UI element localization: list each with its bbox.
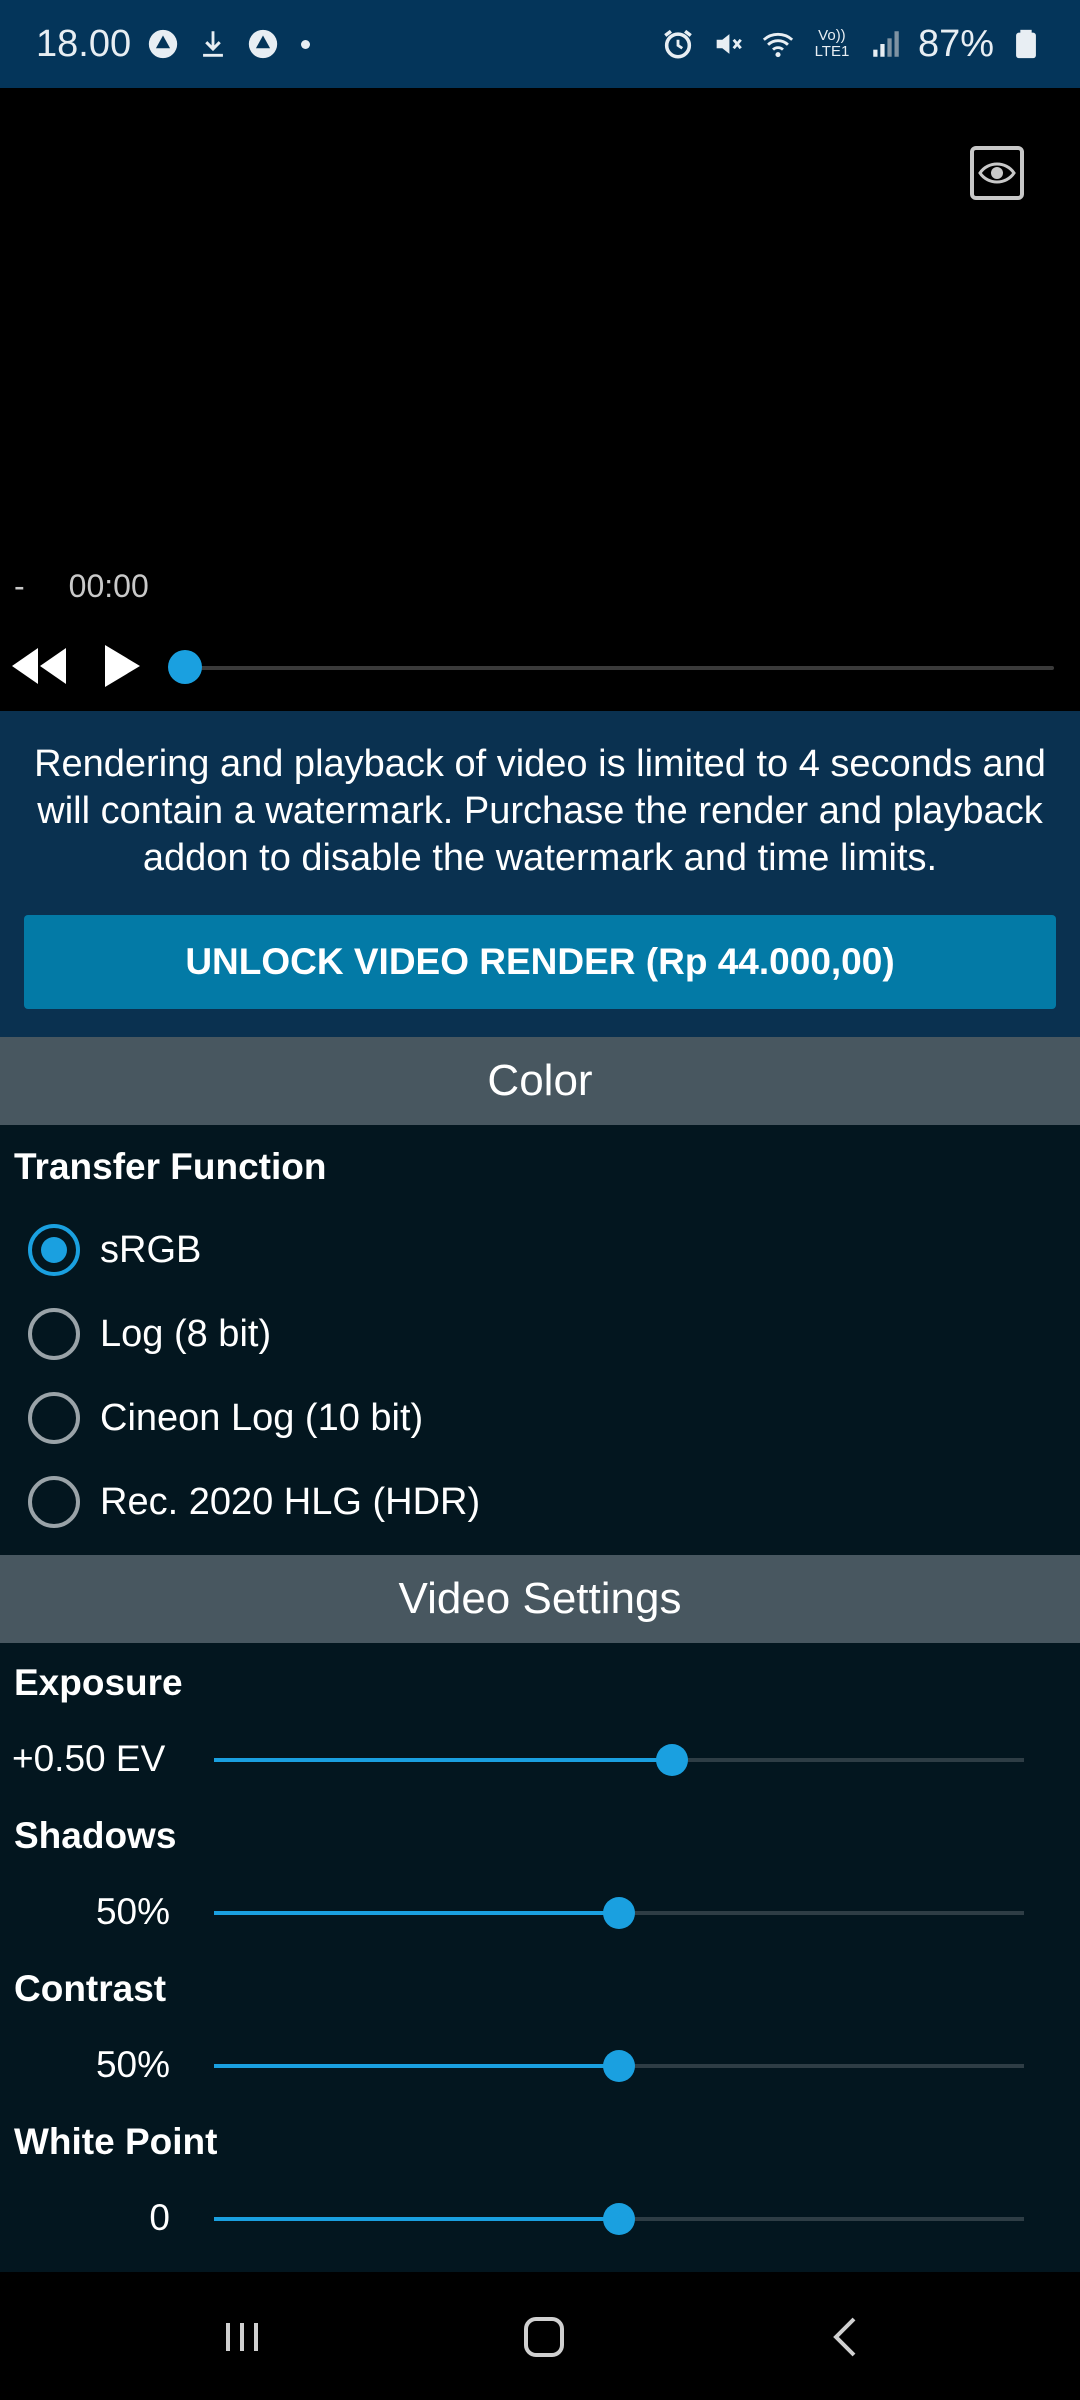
video-preview[interactable]: - 00:00	[0, 88, 1080, 711]
status-bar-right: Vo)) LTE1 87%	[660, 23, 1044, 66]
slider-thumb[interactable]	[603, 2050, 635, 2082]
radio-label: Rec. 2020 HLG (HDR)	[100, 1480, 481, 1523]
transfer-function-label: Transfer Function	[14, 1146, 327, 1187]
alarm-icon	[660, 26, 696, 62]
radio-label: sRGB	[100, 1228, 202, 1271]
purchase-promo: Rendering and playback of video is limit…	[0, 711, 1080, 1037]
white-point-slider[interactable]	[214, 2203, 1024, 2235]
recents-icon	[226, 2323, 258, 2351]
playback-time-row: - 00:00	[14, 568, 149, 605]
app-notification-icon	[245, 26, 281, 62]
play-icon[interactable]	[102, 642, 142, 690]
contrast-label: Contrast	[14, 1968, 167, 2009]
slider-thumb[interactable]	[655, 1744, 688, 1776]
slider-thumb[interactable]	[603, 1897, 635, 1929]
home-icon	[524, 2317, 564, 2357]
slider-thumb[interactable]	[603, 2203, 635, 2235]
position-label: -	[14, 568, 25, 604]
contrast-slider[interactable]	[214, 2050, 1024, 2082]
radio-label: Log (8 bit)	[100, 1312, 272, 1355]
volte-indicator: Vo)) LTE1	[814, 27, 850, 60]
slider-fill	[214, 2217, 619, 2221]
system-nav-bar	[0, 2272, 1080, 2400]
white-point-value: 0	[149, 2197, 170, 2238]
radio-button[interactable]	[28, 1224, 80, 1276]
home-button[interactable]	[504, 2302, 584, 2372]
exposure-slider[interactable]	[214, 1744, 1024, 1776]
radio-option-log[interactable]: Log (8 bit)	[28, 1306, 271, 1362]
seek-bar[interactable]	[184, 666, 1054, 670]
section-header-color[interactable]: Color	[0, 1037, 1080, 1125]
radio-label: Cineon Log (10 bit)	[100, 1396, 424, 1439]
slider-fill	[214, 1758, 672, 1762]
promo-message: Rendering and playback of video is limit…	[34, 743, 1046, 879]
eye-icon	[978, 162, 1016, 184]
status-bar: 18.00 Vo)) LTE1 87%	[0, 0, 1080, 88]
radio-option-srgb[interactable]: sRGB	[28, 1222, 201, 1278]
section-header-video-settings[interactable]: Video Settings	[0, 1555, 1080, 1643]
unlock-video-render-button[interactable]: UNLOCK VIDEO RENDER (Rp 44.000,00)	[24, 915, 1056, 1009]
status-bar-left: 18.00	[36, 22, 311, 66]
radio-button[interactable]	[28, 1392, 80, 1444]
shadows-label: Shadows	[14, 1815, 177, 1856]
contrast-value: 50%	[95, 2044, 170, 2085]
more-notifications-dot	[301, 39, 311, 49]
radio-button[interactable]	[28, 1308, 80, 1360]
radio-button[interactable]	[28, 1476, 80, 1528]
exposure-value: +0.50 EV	[12, 1738, 166, 1779]
recents-button[interactable]	[202, 2302, 282, 2372]
back-icon	[833, 2317, 856, 2357]
current-time: 00:00	[68, 568, 149, 604]
radio-option-rec2020-hlg[interactable]: Rec. 2020 HLG (HDR)	[28, 1474, 480, 1530]
mute-icon	[710, 26, 746, 62]
preview-toggle-button[interactable]	[970, 146, 1024, 200]
exposure-label: Exposure	[14, 1662, 183, 1703]
radio-option-cineon-log[interactable]: Cineon Log (10 bit)	[28, 1390, 423, 1446]
seek-thumb[interactable]	[168, 650, 202, 684]
playback-controls	[0, 630, 1080, 710]
white-point-label: White Point	[14, 2121, 218, 2162]
back-button[interactable]	[806, 2302, 886, 2372]
shadows-slider[interactable]	[214, 1897, 1024, 1929]
app-notification-icon	[145, 26, 181, 62]
slider-fill	[214, 1911, 619, 1915]
slider-fill	[214, 2064, 619, 2068]
rewind-icon[interactable]	[8, 644, 70, 688]
signal-icon	[868, 26, 904, 62]
shadows-value: 50%	[95, 1891, 170, 1932]
download-icon	[195, 26, 231, 62]
battery-percent: 87%	[917, 22, 994, 65]
wifi-icon	[760, 26, 796, 62]
clock: 18.00	[36, 22, 132, 65]
battery-icon	[1008, 26, 1044, 62]
